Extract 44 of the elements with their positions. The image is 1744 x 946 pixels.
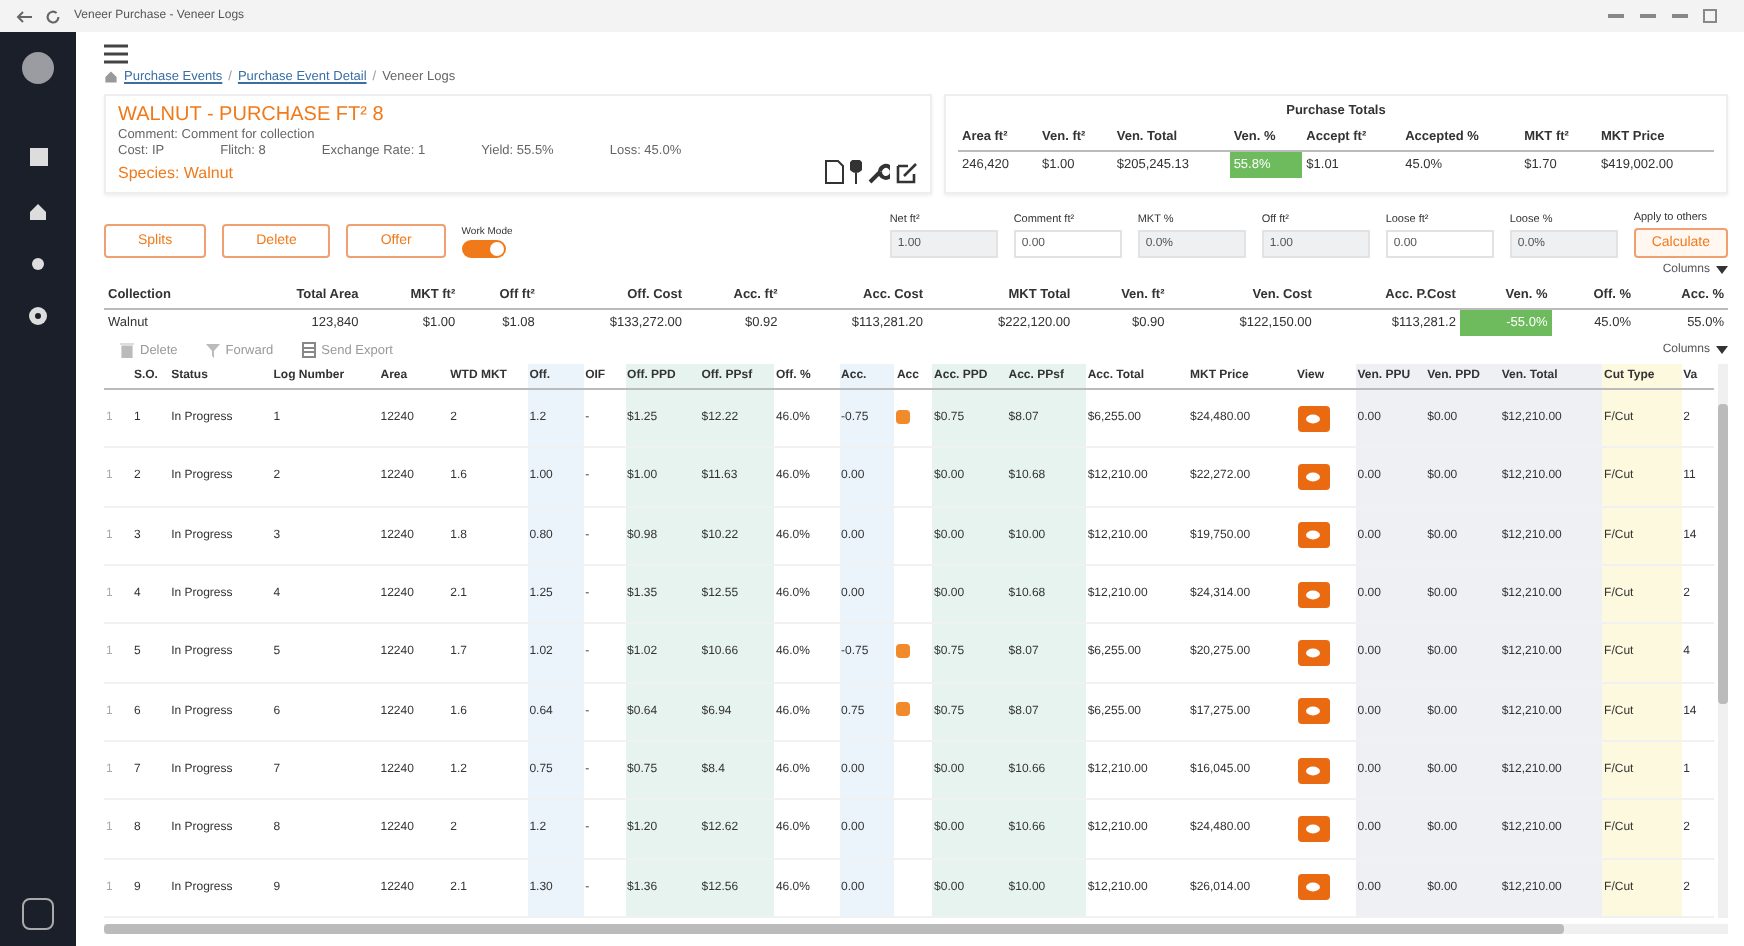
trash-icon (120, 342, 134, 358)
warning-icon[interactable] (896, 409, 911, 424)
eye-icon (1306, 530, 1320, 541)
work-mode-toggle[interactable] (461, 240, 506, 258)
eye-icon (1306, 706, 1320, 717)
view-button[interactable] (1297, 639, 1329, 666)
dot-icon[interactable] (32, 258, 44, 270)
eye-icon (1306, 882, 1320, 893)
caret-icon (1716, 266, 1728, 274)
view-button[interactable] (1297, 698, 1329, 725)
species-text: Species: Walnut (118, 163, 234, 181)
view-button[interactable] (1297, 581, 1329, 608)
refresh-icon[interactable] (44, 7, 62, 25)
settings-icon[interactable] (28, 306, 48, 326)
view-button[interactable] (1297, 522, 1329, 549)
document-icon[interactable] (824, 160, 844, 184)
eye-icon (1306, 413, 1320, 424)
caret-icon (1716, 346, 1728, 354)
filter-icon (205, 343, 220, 357)
back-icon[interactable] (16, 9, 32, 23)
wrench-icon[interactable] (868, 161, 890, 183)
view-button[interactable] (1297, 405, 1329, 432)
grid-icon[interactable] (29, 148, 47, 166)
view-button[interactable] (1297, 815, 1329, 842)
edit-icon[interactable] (896, 161, 918, 183)
eye-icon (1306, 471, 1320, 482)
menu-icon[interactable] (104, 44, 128, 64)
vertical-scrollbar[interactable] (1718, 364, 1728, 918)
warning-icon[interactable] (896, 702, 911, 717)
pin-icon[interactable] (850, 160, 862, 184)
view-button[interactable] (1297, 874, 1329, 901)
document-icon (301, 342, 316, 358)
collection-title: WALNUT - PURCHASE FT² 8 (118, 104, 386, 126)
eye-icon (1306, 823, 1320, 834)
home-icon[interactable] (28, 202, 48, 222)
eye-icon (1306, 647, 1320, 658)
square-icon[interactable] (22, 898, 54, 930)
avatar[interactable] (22, 52, 54, 84)
eye-icon (1306, 765, 1320, 776)
eye-icon (1306, 589, 1320, 600)
view-button[interactable] (1297, 463, 1329, 490)
view-button[interactable] (1297, 757, 1329, 784)
warning-icon[interactable] (896, 643, 911, 658)
horizontal-scrollbar[interactable] (104, 924, 1728, 934)
